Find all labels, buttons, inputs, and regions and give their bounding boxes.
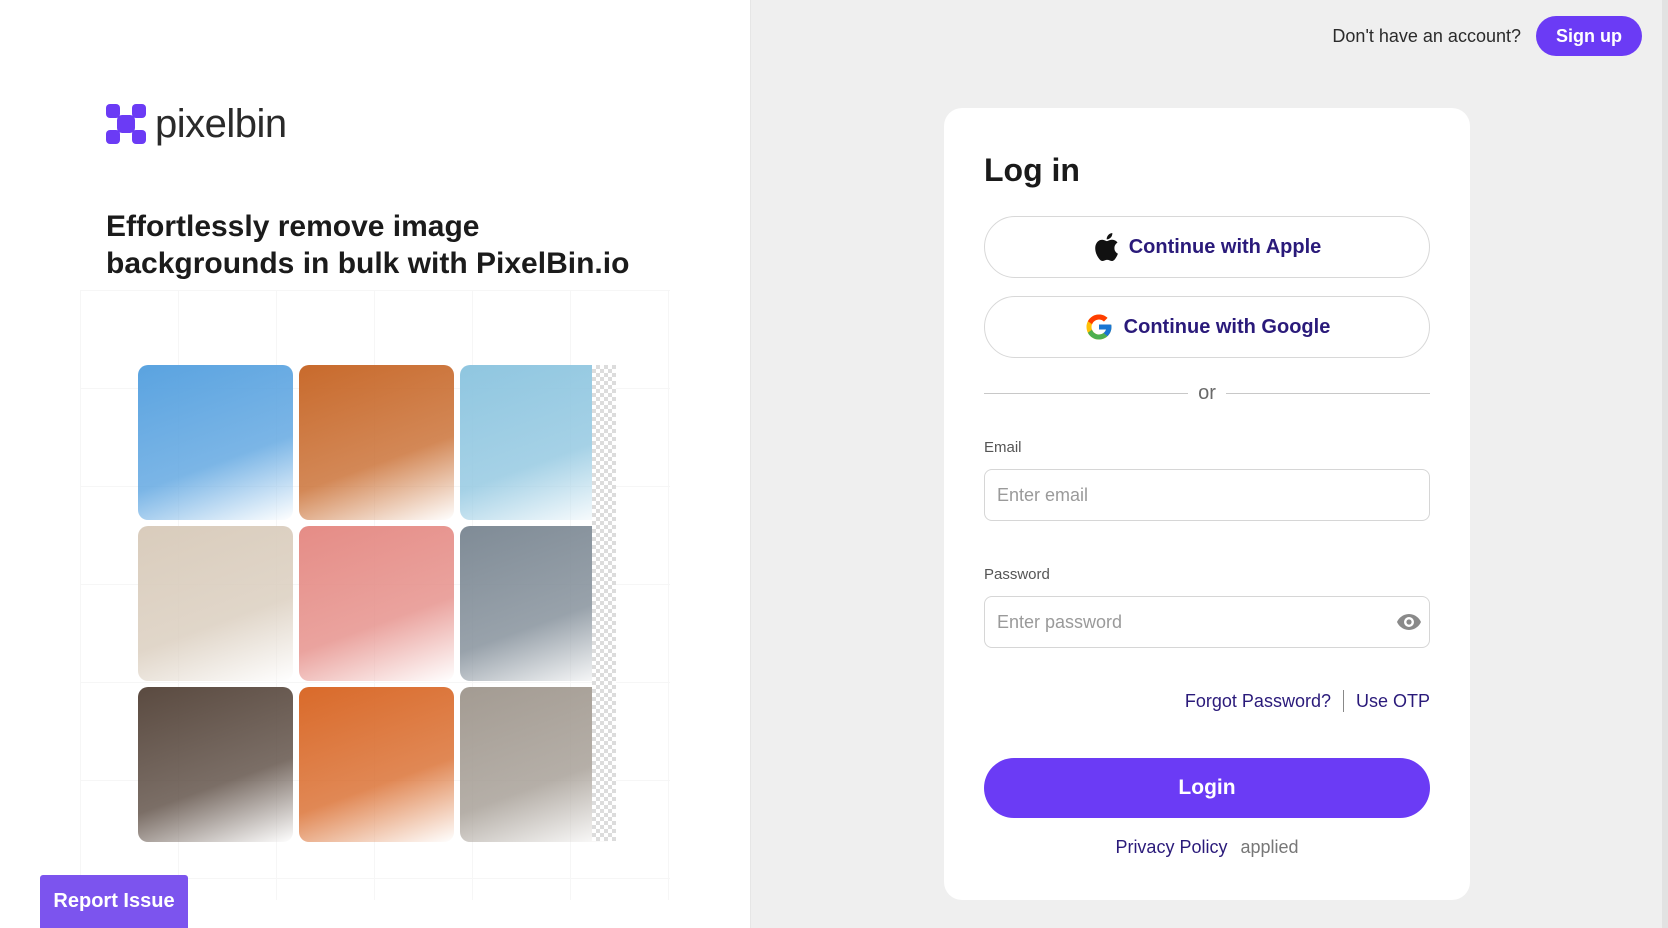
- divider-text: or: [1198, 381, 1216, 404]
- google-button-label: Continue with Google: [1123, 315, 1331, 338]
- sign-up-button[interactable]: Sign up: [1536, 16, 1642, 56]
- links-separator: [1342, 690, 1344, 712]
- email-label: Email: [984, 439, 1022, 456]
- email-field[interactable]: [984, 469, 1430, 521]
- use-otp-link[interactable]: Use OTP: [1356, 691, 1430, 712]
- brand-logo: pixelbin: [106, 104, 287, 144]
- brand-name: pixelbin: [155, 102, 287, 146]
- password-field[interactable]: [984, 596, 1430, 648]
- divider-line-right: [1225, 392, 1431, 394]
- poodle-dog-image: [138, 526, 293, 681]
- woman-white-hat-image: [299, 526, 454, 681]
- continue-with-google-button[interactable]: Continue with Google: [984, 296, 1430, 358]
- left-promo-panel: pixelbin Effortlessly remove image backg…: [0, 0, 751, 928]
- login-card: Log in Continue with Apple Continue with…: [944, 108, 1470, 900]
- login-button[interactable]: Login: [984, 758, 1430, 818]
- no-account-text: Don't have an account?: [1332, 25, 1521, 46]
- sample-gallery: [138, 365, 616, 843]
- report-issue-button[interactable]: Report Issue: [40, 875, 188, 928]
- orange-headphones-image: [299, 687, 454, 842]
- hero-headline: Effortlessly remove image backgrounds in…: [106, 210, 630, 280]
- privacy-policy-link[interactable]: Privacy Policy: [1115, 837, 1227, 857]
- auth-links: Forgot Password? Use OTP: [1185, 690, 1430, 712]
- show-password-eye-icon[interactable]: [1396, 611, 1422, 633]
- divider-line-left: [984, 392, 1189, 394]
- man-sunglasses-image: [138, 687, 293, 842]
- window-scrollbar[interactable]: [1662, 0, 1668, 928]
- password-label: Password: [984, 566, 1050, 583]
- privacy-footer: Privacy Policy applied: [944, 837, 1470, 858]
- or-divider: or: [984, 381, 1431, 404]
- top-bar: Don't have an account? Sign up: [1332, 16, 1642, 56]
- applied-text: applied: [1240, 837, 1299, 857]
- continue-with-apple-button[interactable]: Continue with Apple: [984, 216, 1430, 278]
- google-icon: [1086, 314, 1112, 340]
- forgot-password-link[interactable]: Forgot Password?: [1185, 691, 1331, 712]
- login-title: Log in: [984, 152, 1080, 188]
- transparency-checker-strip: [592, 365, 616, 841]
- white-sofa-image: [299, 365, 454, 520]
- apple-button-label: Continue with Apple: [1128, 235, 1322, 258]
- apple-icon: [1094, 233, 1118, 262]
- pixelbin-logo-icon: [106, 104, 146, 144]
- blue-high-heel-image: [138, 365, 293, 520]
